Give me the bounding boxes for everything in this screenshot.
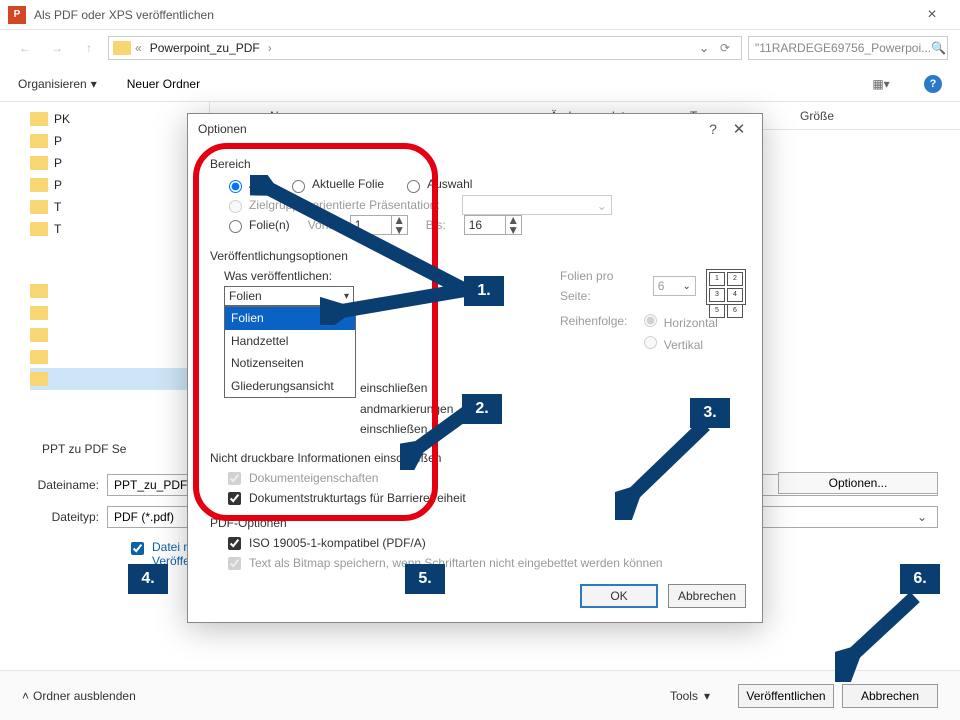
breadcrumb[interactable]: « Powerpoint_zu_PDF › ⌄ ⟳ [108, 36, 742, 60]
tree-item[interactable] [30, 346, 209, 368]
tools-menu[interactable]: Tools ▾ [670, 689, 710, 703]
what-publish-dropdown[interactable]: Folien Handzettel Notizenseiten Gliederu… [224, 306, 356, 398]
dropdown-item[interactable]: Gliederungsansicht [225, 375, 355, 397]
target-select: ⌄ [462, 195, 612, 215]
tree-item[interactable] [30, 368, 209, 390]
chevron-up-icon: ˄ [22, 689, 29, 703]
layout-preview-icon: 123456 [706, 269, 746, 305]
what-publish-select[interactable]: Folien ▾ Folien Handzettel Notizenseiten… [224, 286, 354, 306]
search-icon: 🔍 [931, 41, 946, 55]
dialog-cancel-button[interactable]: Abbrechen [668, 584, 746, 608]
cancel-button[interactable]: Abbrechen [842, 684, 938, 708]
range-slides-radio[interactable]: Folie(n) [224, 215, 290, 235]
organize-label: Organisieren [18, 77, 87, 91]
to-spinner[interactable]: 16▲▼ [464, 215, 522, 235]
chevron-down-icon: ▾ [344, 288, 349, 305]
order-label: Reihenfolge: [560, 311, 627, 356]
dropdown-item[interactable]: Folien [225, 307, 355, 329]
dialog-titlebar: Optionen ? ✕ [188, 114, 762, 144]
breadcrumb-segment[interactable]: Powerpoint_zu_PDF [142, 41, 268, 55]
tree-item[interactable] [30, 280, 209, 302]
order-v-radio: Vertikal [639, 338, 703, 352]
ok-button[interactable]: OK [580, 584, 658, 608]
folder-icon [113, 41, 131, 55]
search-input[interactable]: "11RARDEGE69756_Powerpoi... 🔍 [748, 36, 948, 60]
chevron-right-icon: › [268, 41, 272, 55]
filetype-label: Dateityp: [22, 510, 107, 524]
help-icon[interactable]: ? [700, 121, 726, 137]
close-icon[interactable]: ✕ [726, 120, 752, 138]
refresh-icon[interactable]: ⟳ [713, 41, 737, 55]
chevron-down-icon: ▾ [91, 77, 97, 91]
close-icon[interactable]: × [912, 6, 952, 24]
dropdown-item[interactable]: Notizenseiten [225, 352, 355, 374]
range-selection-radio[interactable]: Auswahl [402, 174, 472, 194]
tree-item[interactable] [30, 324, 209, 346]
from-spinner[interactable]: 1▲▼ [350, 215, 408, 235]
tree-item[interactable]: P [30, 174, 209, 196]
what-label: Was veröffentlichen: [210, 266, 510, 286]
chevron-right-icon: « [135, 41, 142, 55]
tree-item[interactable]: PK [30, 108, 209, 130]
per-page-select: 6⌄ [653, 276, 696, 296]
organize-menu[interactable]: Organisieren ▾ [18, 77, 97, 91]
tree-item[interactable] [30, 302, 209, 324]
range-current-radio[interactable]: Aktuelle Folie [287, 174, 384, 194]
dropdown-item[interactable]: Handzettel [225, 330, 355, 352]
titlebar: P Als PDF oder XPS veröffentlichen × [0, 0, 960, 30]
bitmap-checkbox: Text als Bitmap speichern, wenn Schrifta… [210, 553, 746, 573]
pubopts-section: Veröffentlichungsoptionen [210, 246, 746, 266]
options-dialog: Optionen ? ✕ Bereich Alle Aktuelle Folie… [187, 113, 763, 623]
tree-item[interactable]: T [30, 196, 209, 218]
filename-label: Dateiname: [22, 478, 107, 492]
pdfa-checkbox[interactable]: ISO 19005-1-kompatibel (PDF/A) [210, 533, 746, 553]
back-icon[interactable]: ← [12, 35, 38, 61]
publish-button[interactable]: Veröffentlichen [738, 684, 834, 708]
pdfopts-section: PDF-Optionen [210, 513, 746, 533]
range-target-radio: Zielgruppenorientierte Präsentation: [224, 195, 440, 215]
chevron-down-icon[interactable]: ⌄ [913, 510, 931, 524]
folder-tree[interactable]: PK P P P T T [0, 102, 210, 432]
range-all-radio[interactable]: Alle [224, 174, 269, 194]
up-icon[interactable]: ↑ [76, 35, 102, 61]
window-title: Als PDF oder XPS veröffentlichen [34, 8, 912, 22]
help-icon[interactable]: ? [924, 75, 942, 93]
view-icon[interactable]: ▦▾ [868, 75, 894, 93]
forward-icon[interactable]: → [44, 35, 70, 61]
toolbar: Organisieren ▾ Neuer Ordner ▦▾ ? [0, 66, 960, 102]
footer: ˄ Ordner ausblenden Tools ▾ Veröffentlic… [0, 670, 960, 720]
per-page-label: Folien pro Seite: [560, 266, 643, 307]
tree-item[interactable]: T [30, 218, 209, 240]
col-size[interactable]: Größe [800, 109, 880, 123]
nonprint-section: Nicht druckbare Informationen einschließ… [210, 448, 746, 468]
tree-item[interactable]: P [30, 130, 209, 152]
options-button[interactable]: Optionen... [778, 472, 938, 494]
range-section: Bereich [210, 154, 746, 174]
powerpoint-icon: P [8, 6, 26, 24]
order-h-radio: Horizontal [639, 316, 717, 330]
chevron-down-icon: ▾ [704, 689, 710, 703]
new-folder-button[interactable]: Neuer Ordner [127, 77, 200, 91]
dialog-title: Optionen [198, 122, 700, 136]
docprops-checkbox: Dokumenteigenschaften [210, 468, 746, 488]
chevron-down-icon[interactable]: ⌄ [695, 41, 713, 55]
nav-bar: ← → ↑ « Powerpoint_zu_PDF › ⌄ ⟳ "11RARDE… [0, 30, 960, 66]
include-ink-label: andmarkierungen einschließen [210, 399, 510, 440]
tree-item[interactable]: P [30, 152, 209, 174]
hide-folders-button[interactable]: ˄ Ordner ausblenden [22, 689, 136, 703]
tags-checkbox[interactable]: Dokumentstrukturtags für Barrierefreihei… [210, 488, 746, 508]
search-placeholder: "11RARDEGE69756_Powerpoi... [755, 41, 931, 55]
